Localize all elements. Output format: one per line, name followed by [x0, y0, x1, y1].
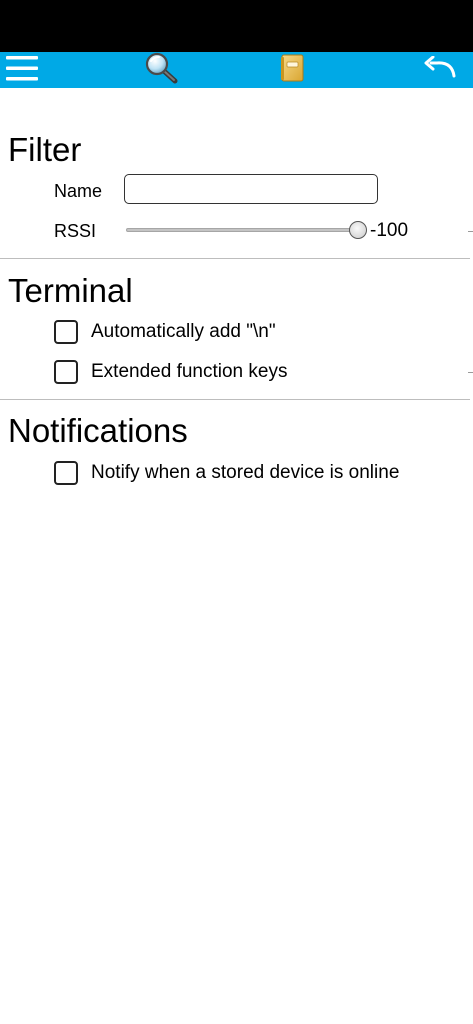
- name-field-label: Name: [54, 181, 103, 201]
- scroll-edge-mark: [468, 372, 473, 373]
- extended-function-keys-checkbox[interactable]: [54, 360, 78, 384]
- stored-devices-book-icon: [279, 53, 305, 88]
- status-bar: [0, 0, 473, 52]
- rssi-slider-thumb[interactable]: [349, 221, 367, 239]
- notify-device-online-option[interactable]: Notify when a stored device is online: [54, 460, 399, 486]
- terminal-section-title: Terminal: [8, 272, 133, 309]
- rssi-slider-track[interactable]: [126, 228, 358, 232]
- extended-function-keys-label: Extended function keys: [91, 361, 288, 382]
- top-toolbar: [0, 52, 473, 88]
- hamburger-menu-icon: [6, 54, 38, 87]
- rssi-field-label: RSSI: [54, 221, 97, 241]
- section-divider: [0, 399, 470, 400]
- stored-devices-button[interactable]: [276, 52, 308, 88]
- filter-section-title: Filter: [8, 131, 82, 168]
- name-filter-input[interactable]: [124, 174, 378, 204]
- undo-back-arrow-icon: [423, 55, 457, 85]
- back-button[interactable]: [420, 52, 460, 88]
- extended-function-keys-option[interactable]: Extended function keys: [54, 359, 287, 385]
- magnifier-search-icon: [144, 52, 178, 89]
- notify-device-online-label: Notify when a stored device is online: [91, 462, 400, 483]
- auto-add-newline-label: Automatically add "\n": [91, 321, 276, 342]
- auto-add-newline-checkbox[interactable]: [54, 320, 78, 344]
- notify-device-online-checkbox[interactable]: [54, 461, 78, 485]
- auto-add-newline-option[interactable]: Automatically add "\n": [54, 319, 276, 345]
- search-button[interactable]: [141, 52, 181, 88]
- notifications-section-title: Notifications: [8, 412, 188, 449]
- hamburger-menu-button[interactable]: [4, 52, 40, 88]
- scroll-edge-mark: [468, 231, 473, 232]
- section-divider: [0, 258, 470, 259]
- rssi-value-label: -100: [370, 220, 409, 241]
